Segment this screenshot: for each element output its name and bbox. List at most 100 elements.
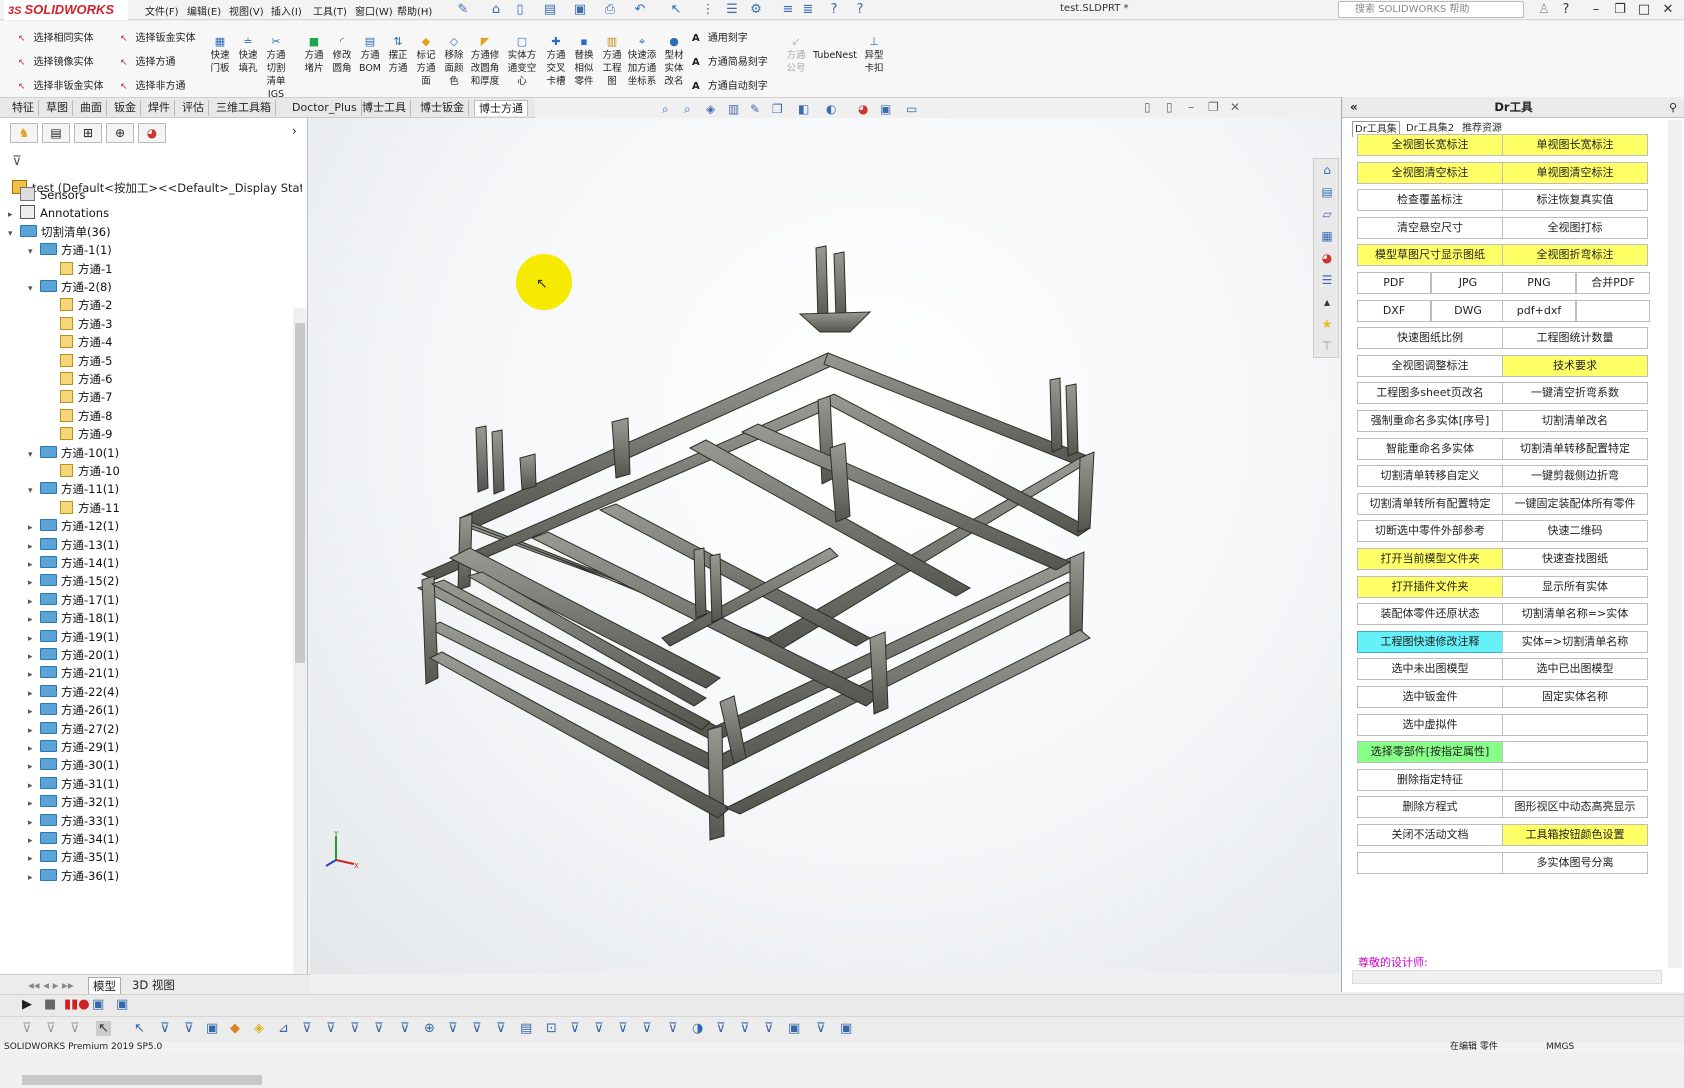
edit-appearance-icon[interactable]: ◕ <box>858 102 868 116</box>
dr-tool-button[interactable]: PNG <box>1502 272 1576 294</box>
dr-tool-button[interactable]: 强制重命名多实体[序号] <box>1357 410 1503 432</box>
select-non-sheetmetal-button[interactable]: ↖ 选择非钣金实体 <box>18 77 104 92</box>
display-manager-tab-icon[interactable]: ◕ <box>138 123 166 143</box>
minimize-icon[interactable]: – <box>1588 2 1604 18</box>
zoom-to-fit-icon[interactable]: ⌕ <box>662 102 669 117</box>
plane-filter-icon[interactable]: ⊽ <box>326 1021 336 1036</box>
view-orientation-icon[interactable]: ❒ <box>772 102 783 116</box>
menu-file[interactable]: 文件(F) <box>145 3 179 18</box>
tree-item[interactable]: ▸ 方通-29(1) <box>28 738 119 756</box>
tree-item[interactable]: 方通-8 <box>48 407 112 425</box>
tree-scroll-thumb[interactable] <box>295 323 305 663</box>
tree-item[interactable]: ▸ Annotations <box>8 204 109 222</box>
print-icon[interactable]: ⎙ <box>602 2 618 18</box>
apply-scene-icon[interactable]: ▣ <box>880 102 891 116</box>
dr-tool-button[interactable]: 打开当前模型文件夹 <box>1357 548 1503 570</box>
tree-item[interactable]: ▾ 方通-11(1) <box>28 480 119 498</box>
solidworks-resources-icon[interactable]: ⌂ <box>1318 163 1336 181</box>
view-palette-icon[interactable]: ▦ <box>1318 229 1336 247</box>
select-sheetmetal-button[interactable]: ↖ 选择钣金实体 <box>120 29 196 44</box>
cross-slot-button[interactable]: ✚ 方通交叉卡槽 <box>542 35 570 88</box>
dr-tool-button[interactable]: 快速图纸比例 <box>1357 327 1503 350</box>
tree-item[interactable]: ▸ 方通-35(1) <box>28 848 119 866</box>
tree-item[interactable]: ▾ 方通-2(8) <box>28 278 112 296</box>
tab-3d-view[interactable]: 3D 视图 <box>128 977 179 993</box>
display-style-icon[interactable]: ◧ <box>798 102 809 116</box>
traffic-light-icon[interactable]: ⋮ <box>700 2 716 18</box>
tree-item[interactable]: ▸ 方通-22(4) <box>28 683 119 701</box>
dr-tool-button[interactable]: 切割清单改名 <box>1502 410 1648 432</box>
box-filter-icon[interactable]: ▣ <box>206 1021 218 1036</box>
tab-surface[interactable]: 曲面 <box>76 100 107 116</box>
tree-item[interactable]: ▸ 方通-13(1) <box>28 536 119 554</box>
dr-tool-button[interactable]: 全视图长宽标注 <box>1357 134 1503 156</box>
auto-engrave-button[interactable]: A 方通自动刻字 <box>692 77 768 92</box>
expand-arrow-icon[interactable]: ▸ <box>8 206 20 224</box>
design-library-icon[interactable]: ▤ <box>1318 185 1336 203</box>
dr-tool-button[interactable]: PDF <box>1357 272 1431 294</box>
general-engrave-button[interactable]: A 通用刻字 <box>692 29 748 44</box>
dr-tool-button[interactable] <box>1576 299 1650 322</box>
maximize-icon[interactable]: □ <box>1636 2 1652 18</box>
dr-tool-button[interactable]: DWG <box>1431 299 1505 322</box>
expand-arrow-icon[interactable]: ▸ <box>28 850 40 868</box>
select-all-filters-icon[interactable]: ▣ <box>840 1021 852 1036</box>
property-manager-tab-icon[interactable]: ▤ <box>42 123 70 143</box>
tab-sketch[interactable]: 草图 <box>42 100 73 116</box>
gtol-filter-icon[interactable]: ⊽ <box>618 1021 628 1036</box>
edge-filter-icon[interactable]: ⊿ <box>278 1021 289 1036</box>
expand-arrow-icon[interactable]: ▸ <box>28 814 40 832</box>
point-filter-icon[interactable]: ⊽ <box>374 1021 384 1036</box>
dr-tool-button[interactable]: 实体=>切割清单名称 <box>1502 630 1648 653</box>
dr-tool-button[interactable]: 删除指定特征 <box>1357 768 1503 791</box>
tube-public-button[interactable]: ↙ 方通公号 <box>782 35 810 75</box>
tree-item[interactable]: ▸ 方通-21(1) <box>28 664 119 682</box>
align-left-icon[interactable]: ≡ <box>780 2 796 18</box>
tree-item[interactable]: 方通-11 <box>48 499 120 517</box>
select-tool-icon[interactable]: ↖ <box>96 1021 111 1036</box>
record-icon[interactable]: ▮▮● <box>64 997 90 1012</box>
file-explorer-icon[interactable]: ▱ <box>1318 207 1336 225</box>
body-filter-icon[interactable]: ◈ <box>254 1021 264 1036</box>
dr-tool-button[interactable]: 固定实体名称 <box>1502 686 1648 708</box>
align-bottom-icon[interactable]: ≣ <box>800 2 816 18</box>
table-filter-icon[interactable]: ⊽ <box>764 1021 774 1036</box>
dr-tool-button[interactable]: 工程图统计数量 <box>1502 327 1648 350</box>
solid-filter-icon[interactable]: ⊽ <box>472 1021 482 1036</box>
expand-arrow-icon[interactable]: ▸ <box>28 869 40 887</box>
expand-arrow-icon[interactable]: ▸ <box>28 519 40 537</box>
dr-tool-button[interactable]: 全视图打标 <box>1502 216 1648 239</box>
dr-tool-button[interactable]: 单视图清空标注 <box>1502 161 1648 184</box>
solid-to-hollow-button[interactable]: ▢ 实体方通变空心 <box>506 35 538 88</box>
filter-icon[interactable]: ⊽ <box>12 154 22 169</box>
tab-model[interactable]: 模型 <box>88 977 121 995</box>
tree-item[interactable]: ▸ 方通-17(1) <box>28 591 119 609</box>
menu-help[interactable]: 帮助(H) <box>397 3 432 18</box>
dr-tool-button[interactable]: 一键剪裁侧边折弯 <box>1502 465 1648 488</box>
dr-tool-button[interactable]: 切断选中零件外部参考 <box>1357 520 1503 543</box>
surface-filter-icon[interactable]: ⊽ <box>448 1021 458 1036</box>
tube-fillet-thickness-button[interactable]: ◤ 方通修改圆角和厚度 <box>468 35 502 88</box>
dr-tool-button[interactable]: 全视图折弯标注 <box>1502 244 1648 267</box>
datum-filter-icon[interactable]: ⊽ <box>642 1021 652 1036</box>
curve-filter-icon[interactable]: ⊕ <box>424 1021 435 1036</box>
dr-tool-button[interactable]: 全视图调整标注 <box>1357 354 1503 377</box>
appearances-icon[interactable]: ◕ <box>1318 251 1336 269</box>
tree-item[interactable]: 方通-1 <box>48 260 112 278</box>
tree-item[interactable]: ▾ 切割清单(36) <box>8 223 111 241</box>
toggle-filters-icon[interactable]: ▣ <box>788 1021 800 1036</box>
tab-dr-sheetmetal[interactable]: 博士钣金 <box>416 100 469 116</box>
help-circle-icon[interactable]: ? <box>826 2 842 18</box>
remove-face-color-button[interactable]: ◇ 移除面颜色 <box>440 35 468 88</box>
filter-tool-icon[interactable]: ⊽ <box>22 1021 32 1036</box>
help-search-input[interactable]: 搜索 SOLIDWORKS 帮助 <box>1338 1 1524 18</box>
tree-item[interactable]: 方通-3 <box>48 315 112 333</box>
feature-tree-tab-icon[interactable]: ♞ <box>10 123 38 143</box>
tab-weldments[interactable]: 焊件 <box>144 100 175 116</box>
previous-view-icon[interactable]: ◈ <box>706 102 715 116</box>
dr-vertical-scrollbar[interactable] <box>1668 120 1682 968</box>
tube-cutlist-igs-button[interactable]: ✂ 方通切割清单IGS <box>262 35 290 101</box>
block-filter-icon[interactable]: ⊽ <box>740 1021 750 1036</box>
sketch-filter-icon[interactable]: ⊽ <box>160 1021 170 1036</box>
stop-icon[interactable]: ■ <box>44 997 56 1012</box>
